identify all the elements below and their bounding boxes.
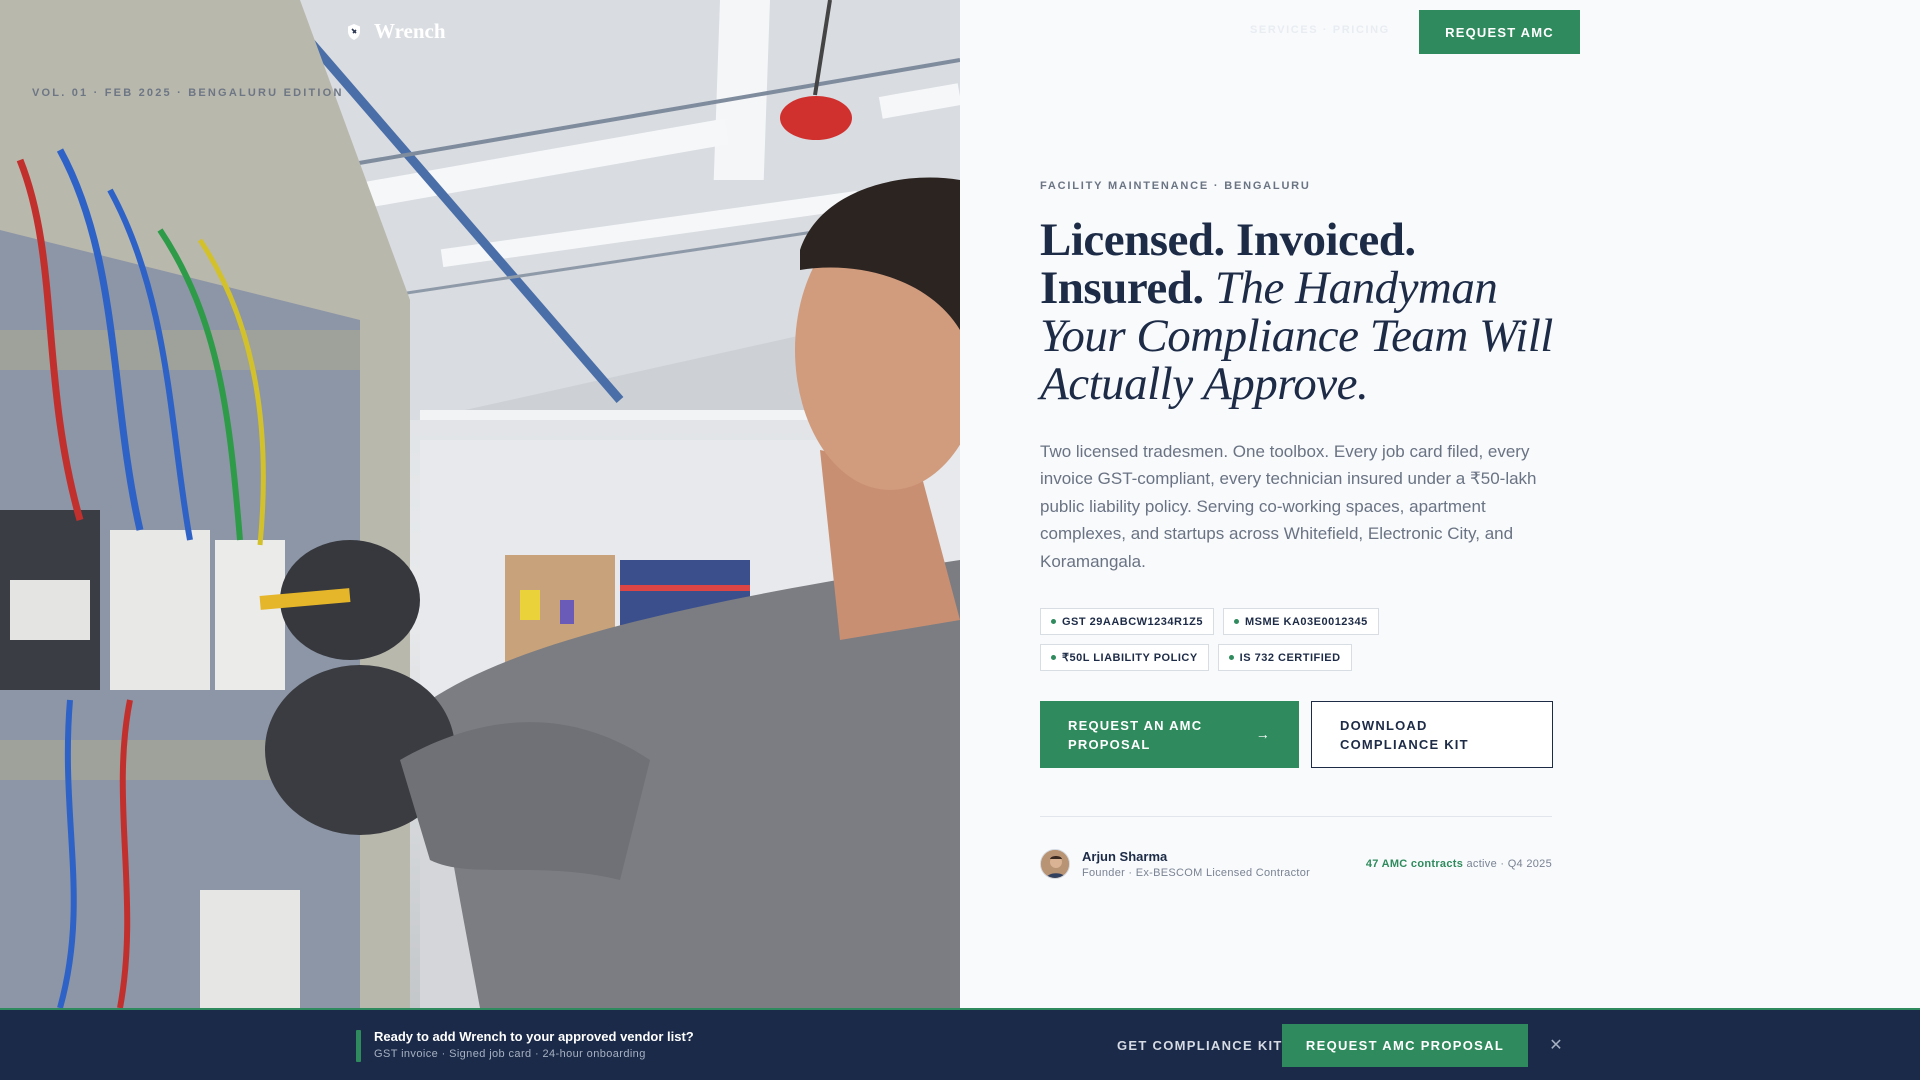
- founder-name: Arjun Sharma: [1082, 849, 1168, 865]
- status-dot-icon: [1228, 655, 1234, 661]
- get-compliance-kit-link[interactable]: GET COMPLIANCE KIT: [1117, 1038, 1283, 1053]
- badge-msme: MSME KA03E0012345: [1222, 608, 1379, 636]
- nav-link-services[interactable]: SERVICES · PRICING: [1250, 24, 1400, 36]
- founder-card: Arjun Sharma Founder · Ex-BESCOM License…: [1040, 849, 1311, 880]
- badge-label: MSME KA03E0012345: [1244, 615, 1368, 628]
- contracts-stat: 47 AMC contracts active · Q4 2025: [1366, 858, 1552, 870]
- badge-label: GST 29AABCW1234R1Z5: [1062, 615, 1203, 628]
- stat-highlight: 47 AMC contracts: [1365, 858, 1464, 871]
- request-amc-proposal-button[interactable]: REQUEST AN AMC PROPOSAL →: [1040, 701, 1299, 769]
- badge-label: IS 732 CERTIFIED: [1239, 651, 1341, 664]
- founder-role: Founder · Ex-BESCOM Licensed Contractor: [1082, 867, 1311, 880]
- badge-liability: ₹50L LIABILITY POLICY: [1040, 644, 1209, 672]
- page-title: Licensed. Invoiced. Insured. The Handyma…: [1040, 216, 1560, 408]
- sticky-request-amc-button[interactable]: REQUEST AMC PROPOSAL: [1282, 1024, 1528, 1067]
- avatar: [1040, 849, 1070, 880]
- founder-row: Arjun Sharma Founder · Ex-BESCOM License…: [1040, 849, 1552, 880]
- sticky-subtitle: GST invoice · Signed job card · 24-hour …: [374, 1048, 646, 1060]
- request-amc-button[interactable]: REQUEST AMC: [1419, 10, 1580, 54]
- headline-strong-2: Insured.: [1040, 262, 1204, 314]
- brand-name: Wrench: [374, 19, 446, 43]
- status-dot-icon: [1051, 655, 1056, 661]
- sticky-message: Ready to add Wrench to your approved ven…: [374, 1029, 694, 1060]
- badge-label: ₹50L LIABILITY POLICY: [1062, 652, 1198, 665]
- status-dot-icon: [1051, 619, 1056, 625]
- certification-badges: GST 29AABCW1234R1Z5 MSME KA03E0012345 ₹5…: [1040, 608, 1420, 672]
- avatar-image: [1041, 850, 1069, 879]
- photo-illustration: [0, 0, 960, 1008]
- sticky-title: Ready to add Wrench to your approved ven…: [374, 1029, 694, 1044]
- badge-gst: GST 29AABCW1234R1Z5: [1040, 608, 1214, 636]
- status-dot-icon: [1233, 619, 1239, 625]
- divider: [1040, 816, 1552, 818]
- edition-tag: VOL. 01 · FEB 2025 · BENGALURU EDITION: [32, 87, 344, 99]
- brand-logo[interactable]: Wrench: [344, 19, 446, 44]
- arrow-right-icon: →: [1255, 726, 1271, 743]
- accent-bar: [356, 1030, 361, 1062]
- button-label: REQUEST AN AMC PROPOSAL: [1068, 717, 1203, 752]
- hero-photo: VOL. 01 · FEB 2025 · BENGALURU EDITION: [0, 0, 960, 1008]
- sticky-cta-bar: Ready to add Wrench to your approved ven…: [0, 1008, 1920, 1080]
- download-compliance-kit-button[interactable]: DOWNLOAD COMPLIANCE KIT: [1311, 701, 1553, 769]
- badge-is732: IS 732 CERTIFIED: [1217, 644, 1352, 672]
- close-icon[interactable]: ✕: [1546, 1036, 1566, 1056]
- eyebrow: FACILITY MAINTENANCE · BENGALURU: [1040, 180, 1311, 192]
- cta-row: REQUEST AN AMC PROPOSAL → DOWNLOAD COMPL…: [1040, 701, 1560, 769]
- stat-rest: active · Q4 2025: [1463, 858, 1552, 871]
- wrench-shield-icon: [348, 23, 360, 40]
- hero-description: Two licensed tradesmen. One toolbox. Eve…: [1040, 442, 1537, 571]
- button-label: DOWNLOAD COMPLIANCE KIT: [1340, 717, 1469, 752]
- hero-section: FACILITY MAINTENANCE · BENGALURU License…: [1040, 180, 1560, 880]
- headline-strong-1: Licensed. Invoiced.: [1040, 214, 1416, 266]
